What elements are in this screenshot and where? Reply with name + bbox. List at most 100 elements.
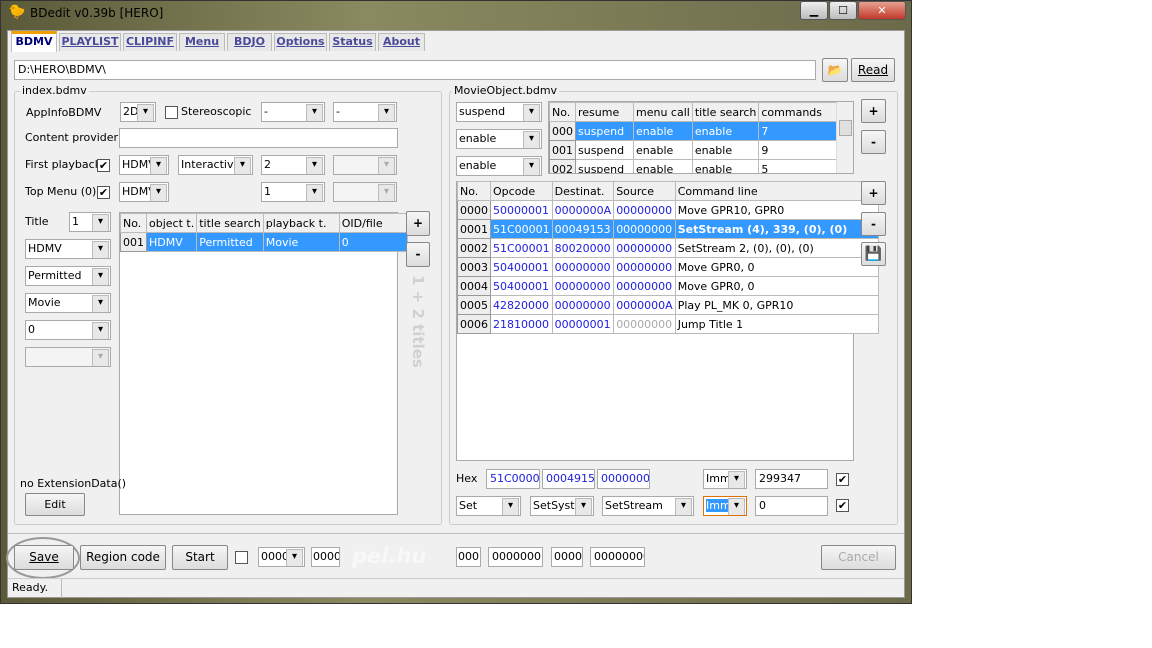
col-header[interactable]: OID/file (338, 213, 408, 233)
col-header[interactable]: object t. (145, 213, 198, 233)
tab-playlist[interactable]: PLAYLIST (59, 33, 121, 51)
title-select[interactable]: 1 (69, 212, 111, 232)
tab-bdjo[interactable]: BDJO (227, 33, 272, 51)
oid-select[interactable]: 0 (25, 320, 111, 340)
appinfo-option-select-2[interactable]: - (333, 102, 397, 122)
tab-bdmv[interactable]: BDMV (11, 31, 57, 52)
field-3[interactable]: 0000 (551, 547, 583, 567)
save-button[interactable]: Save (14, 545, 74, 570)
content-provider-label: Content provider (25, 131, 119, 144)
field-4[interactable]: 00000000 (590, 547, 645, 567)
remove-title-button[interactable]: - (406, 242, 430, 267)
title-search-select[interactable]: Permitted (25, 266, 111, 286)
command-group-select[interactable]: Set (456, 496, 521, 516)
add-command-button[interactable]: + (861, 181, 886, 205)
start-select[interactable]: 0000 (258, 547, 305, 567)
maximize-button[interactable]: ☐ (829, 1, 857, 20)
table-row[interactable]: 0006 21810000 00000001 00000000 Jump Title 1 (457, 314, 879, 334)
first-playback-checkbox[interactable]: ✔ (97, 159, 110, 172)
col-header[interactable]: No. (120, 213, 147, 233)
close-button[interactable]: ✕ (858, 1, 906, 20)
stereoscopic-checkbox[interactable] (165, 106, 178, 119)
col-header[interactable]: Destinat. (551, 181, 615, 201)
region-code-button[interactable]: Region code (80, 545, 166, 570)
minimize-button[interactable]: ▁ (800, 1, 828, 20)
content-provider-input[interactable] (119, 128, 398, 148)
vertical-scrollbar[interactable] (836, 102, 853, 173)
operand1-value-input[interactable]: 299347 (755, 469, 828, 489)
command-select[interactable]: SetStream (602, 496, 694, 516)
operand1-checkbox[interactable]: ✔ (836, 473, 849, 486)
col-header[interactable]: title search (691, 102, 760, 122)
cell: enable (691, 121, 760, 141)
table-row[interactable]: 000 suspend enable enable 7 (549, 121, 840, 141)
operand2-type-select[interactable]: Imm (703, 496, 747, 516)
table-row[interactable]: 0004 50400001 00000000 00000000 Move GPR0, 0 (457, 276, 879, 296)
tab-clipinf[interactable]: CLIPINF (123, 33, 177, 51)
resume-select[interactable]: suspend (456, 102, 542, 122)
read-button[interactable]: Read (851, 58, 895, 82)
table-row[interactable]: 0005 42820000 00000000 0000000A Play PL_MK 0… (457, 295, 879, 315)
cell: suspend (575, 159, 634, 173)
table-row[interactable]: 002 suspend enable enable 5 (549, 159, 840, 173)
cell: 00000000 (613, 238, 676, 258)
operand1-type-select[interactable]: Imm (703, 469, 747, 489)
app-icon: 🐤 (8, 4, 26, 20)
table-row[interactable]: 0003 50400001 00000000 00000000 Move GPR0, 0 (457, 257, 879, 277)
remove-command-button[interactable]: - (861, 212, 886, 236)
field-1[interactable]: 000 (456, 547, 481, 567)
start-field[interactable]: 0000 (311, 547, 340, 567)
operand2-checkbox[interactable]: ✔ (836, 499, 849, 512)
object-type-select[interactable]: HDMV (25, 239, 111, 259)
field-2[interactable]: 00000001 (488, 547, 543, 567)
top-menu-num-select[interactable]: 1 (261, 182, 325, 202)
col-header[interactable]: resume (575, 102, 634, 122)
col-header[interactable]: menu call (633, 102, 693, 122)
path-input[interactable]: D:\HERO\BDMV\ (14, 60, 816, 80)
scrollbar-thumb[interactable] (839, 120, 852, 136)
appinfo-select[interactable]: 2D (120, 102, 156, 122)
table-row[interactable]: 001 suspend enable enable 9 (549, 140, 840, 160)
tab-options[interactable]: Options (274, 33, 327, 51)
col-header[interactable]: playback t. (262, 213, 340, 233)
title-search-select[interactable]: enable (456, 156, 542, 176)
table-row[interactable]: 0001 51C00001 00049153 00000000 SetStream (4… (457, 219, 879, 239)
hex-source-input[interactable]: 00000000 (597, 469, 650, 489)
first-playback-mode-select[interactable]: Interactive (178, 155, 253, 175)
command-subgroup-select[interactable]: SetSyste (530, 496, 594, 516)
col-header[interactable]: Source (613, 181, 676, 201)
tab-menu[interactable]: Menu (179, 33, 225, 51)
add-title-button[interactable]: + (406, 211, 430, 236)
table-row[interactable]: 0000 50000001 0000000A 00000000 Move GPR10, … (457, 200, 879, 220)
cell: Move GPR10, GPR0 (674, 200, 879, 220)
tab-status[interactable]: Status (329, 33, 376, 51)
add-object-button[interactable]: + (861, 99, 886, 123)
playback-type-select[interactable]: Movie (25, 293, 111, 313)
appinfo-option-select-1[interactable]: - (261, 102, 325, 122)
remove-object-button[interactable]: - (861, 130, 886, 154)
col-header[interactable]: No. (549, 102, 576, 122)
first-playback-type-select[interactable]: HDMV (119, 155, 169, 175)
table-row[interactable]: 001 HDMV Permitted Movie 0 (120, 232, 408, 252)
top-menu-type-select[interactable]: HDMV (119, 182, 169, 202)
table-row[interactable]: 0002 51C00001 80020000 00000000 SetStream 2,… (457, 238, 879, 258)
start-checkbox[interactable] (235, 551, 248, 564)
hex-opcode-input[interactable]: 51C00001 (486, 469, 540, 489)
cell: Permitted (196, 232, 264, 252)
tab-about[interactable]: About (378, 33, 425, 51)
operand2-value-input[interactable]: 0 (755, 496, 828, 516)
col-header[interactable]: Command line (674, 181, 879, 201)
folder-open-button[interactable]: 📂 (822, 58, 848, 82)
col-header[interactable]: title search (196, 213, 264, 233)
edit-button[interactable]: Edit (25, 493, 85, 516)
col-header[interactable]: Opcode (490, 181, 553, 201)
hex-dest-input[interactable]: 00049153 (542, 469, 595, 489)
col-header[interactable]: No. (457, 181, 491, 201)
top-menu-checkbox[interactable]: ✔ (97, 186, 110, 199)
first-playback-num-select[interactable]: 2 (261, 155, 325, 175)
menu-call-select[interactable]: enable (456, 129, 542, 149)
save-command-button[interactable]: 💾 (861, 242, 886, 266)
start-button[interactable]: Start (172, 545, 228, 570)
cell: 51C00001 (490, 238, 553, 258)
col-header[interactable]: commands (758, 102, 840, 122)
